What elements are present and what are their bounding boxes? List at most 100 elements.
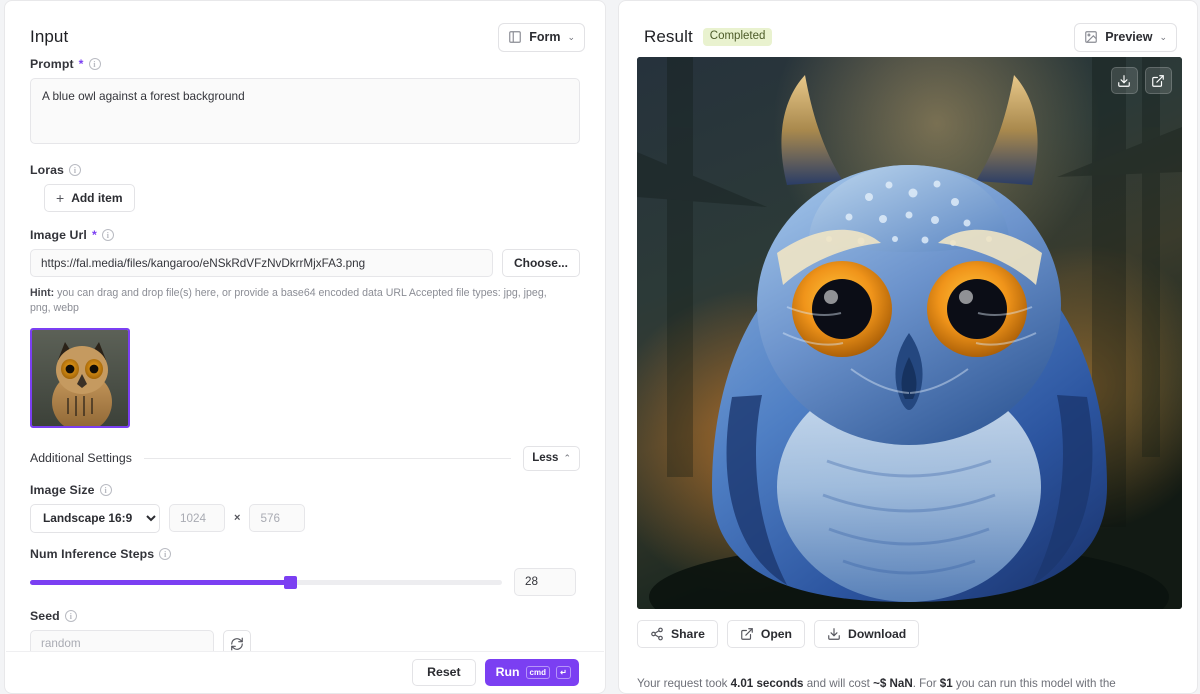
result-image[interactable]	[636, 57, 1182, 609]
choose-file-button[interactable]: Choose...	[501, 249, 580, 277]
request-price: $1	[939, 677, 953, 690]
kbd-enter: ↵	[555, 665, 571, 679]
field-prompt: Prompt * i A blue owl against a forest ba…	[30, 57, 580, 149]
info-icon[interactable]: i	[64, 609, 77, 622]
app-root: Input Form ⌄ Prompt * i A blue owl agains…	[0, 0, 1200, 694]
image-url-row: Choose...	[30, 249, 580, 277]
result-title: Result	[643, 27, 693, 46]
share-button[interactable]: Share	[636, 620, 718, 648]
image-url-label-text: Image Url	[30, 228, 87, 242]
info-icon[interactable]: i	[99, 483, 112, 496]
request-cost: ~$ NaN	[873, 677, 913, 690]
required-marker: *	[78, 57, 84, 71]
num-inference-steps-slider[interactable]	[30, 573, 502, 591]
additional-settings-header: Additional Settings Less ⌃	[30, 445, 580, 471]
page-title: Input	[30, 27, 69, 46]
download-icon	[828, 628, 840, 640]
slider-fill	[30, 579, 290, 585]
prompt-input[interactable]: A blue owl against a forest background	[30, 78, 580, 144]
preview-view-toggle[interactable]: Preview ⌄	[1074, 22, 1177, 52]
image-width-input[interactable]	[169, 504, 225, 533]
request-mid2: . For	[912, 677, 940, 690]
reset-button[interactable]: Reset	[412, 658, 476, 686]
request-mid: and will cost	[803, 677, 874, 690]
additional-settings-label: Additional Settings	[30, 451, 132, 466]
open-label: Open	[760, 627, 793, 641]
prompt-label-text: Prompt	[30, 57, 74, 71]
info-icon[interactable]: i	[159, 547, 172, 560]
share-icon	[651, 627, 663, 641]
kbd-cmd: cmd	[525, 665, 550, 679]
info-icon[interactable]: i	[101, 229, 114, 241]
divider	[143, 457, 512, 459]
field-loras: Loras i + Add item	[30, 163, 580, 212]
request-duration: 4.01 seconds	[730, 677, 804, 690]
chevron-down-icon: ⌄	[1159, 31, 1167, 42]
download-icon	[1118, 74, 1131, 87]
image-size-label: Image Size i	[30, 483, 580, 497]
run-label: Run	[495, 665, 520, 679]
image-size-row: Landscape 16:9 ×	[30, 503, 580, 533]
additional-settings-toggle[interactable]: Less ⌃	[523, 445, 580, 471]
image-url-input[interactable]	[30, 249, 493, 277]
share-label: Share	[670, 627, 705, 641]
status-badge: Completed	[702, 27, 773, 47]
request-info: Your request took 4.01 seconds and will …	[636, 675, 1137, 693]
field-num-inference-steps: Num Inference Steps i	[30, 547, 580, 596]
loras-label-text: Loras	[30, 163, 64, 177]
prompt-label: Prompt * i	[30, 57, 580, 71]
image-open-button[interactable]	[1144, 67, 1172, 94]
refresh-icon	[230, 637, 244, 651]
slider-thumb[interactable]	[283, 575, 297, 589]
hint-prefix: Hint:	[30, 287, 55, 299]
owl-result-graphic	[636, 57, 1182, 609]
add-item-button[interactable]: + Add item	[44, 184, 135, 212]
request-prefix: Your request took	[636, 677, 731, 690]
form-view-toggle[interactable]: Form ⌄	[498, 22, 585, 52]
preview-label: Preview	[1105, 30, 1153, 44]
input-footer: Reset Run cmd ↵	[6, 651, 604, 692]
result-panel: Result Completed Preview ⌄ Share Open Do…	[617, 0, 1198, 694]
image-download-button[interactable]	[1110, 67, 1138, 94]
image-icon	[1084, 30, 1098, 44]
image-url-hint: Hint: you can drag and drop file(s) here…	[30, 286, 564, 317]
result-body: Share Open Download Your request took 4.…	[619, 57, 1197, 693]
chevron-up-icon: ⌃	[563, 452, 571, 463]
num-inference-steps-label: Num Inference Steps i	[30, 547, 580, 561]
layout-icon	[508, 30, 522, 44]
open-button[interactable]: Open	[726, 620, 806, 648]
info-icon[interactable]: i	[69, 164, 81, 176]
result-actions: Share Open Download	[636, 620, 1179, 648]
hint-text: you can drag and drop file(s) here, or p…	[30, 287, 547, 315]
num-inference-steps-input[interactable]	[514, 567, 576, 596]
external-link-icon	[1152, 74, 1165, 87]
image-toolbar	[1110, 67, 1172, 94]
external-link-icon	[741, 628, 753, 640]
result-title-wrap: Result Completed	[643, 27, 773, 47]
image-thumbnail[interactable]	[30, 327, 130, 428]
field-image-url: Image Url * i Choose... Hint: you can dra…	[30, 228, 580, 428]
image-url-label: Image Url * i	[30, 228, 580, 242]
seed-label-text: Seed	[30, 608, 60, 623]
num-inference-steps-label-text: Num Inference Steps	[30, 546, 155, 561]
less-label: Less	[532, 452, 559, 465]
info-icon[interactable]: i	[88, 58, 101, 70]
download-button[interactable]: Download	[814, 620, 920, 648]
input-panel-header: Input Form ⌄	[5, 1, 605, 57]
owl-thumbnail-graphic	[32, 329, 128, 426]
image-size-label-text: Image Size	[30, 482, 95, 497]
field-image-size: Image Size i Landscape 16:9 ×	[30, 483, 580, 533]
required-marker: *	[91, 228, 97, 242]
num-inference-steps-row	[30, 567, 580, 596]
input-form: Prompt * i A blue owl against a forest ba…	[5, 57, 605, 686]
image-size-select[interactable]: Landscape 16:9	[30, 503, 160, 533]
seed-label: Seed i	[30, 609, 580, 623]
result-panel-header: Result Completed Preview ⌄	[619, 1, 1197, 57]
form-view-label: Form	[529, 30, 561, 44]
loras-label: Loras i	[30, 163, 580, 177]
image-height-input[interactable]	[249, 504, 306, 533]
run-button[interactable]: Run cmd ↵	[484, 658, 579, 686]
download-label: Download	[848, 627, 907, 641]
plus-icon: +	[56, 190, 65, 206]
input-panel: Input Form ⌄ Prompt * i A blue owl agains…	[4, 0, 606, 694]
